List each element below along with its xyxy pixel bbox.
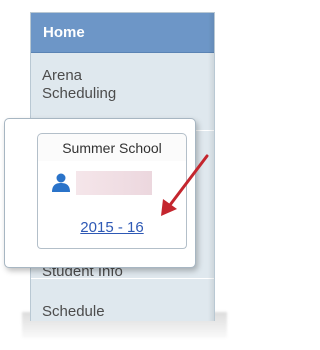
annotation-arrow <box>161 154 209 216</box>
